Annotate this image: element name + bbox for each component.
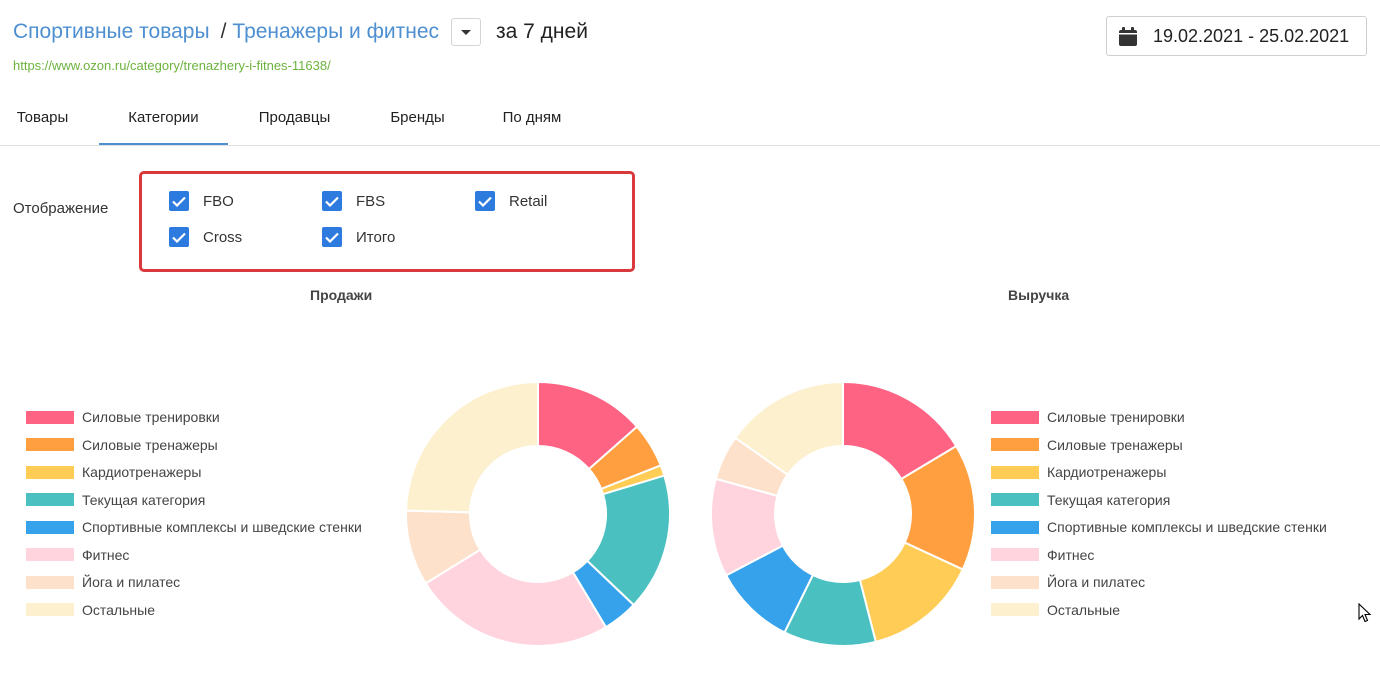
legend-label: Силовые тренажеры [82, 436, 218, 453]
legend-label: Фитнес [82, 546, 130, 563]
legend-swatch [26, 520, 74, 534]
checkbox-retail[interactable]: Retail [475, 191, 547, 211]
legend-item[interactable]: Силовые тренировки [26, 408, 220, 426]
legend-label: Спортивные комплексы и шведские стенки [82, 519, 362, 535]
breadcrumb-separator: / [220, 20, 227, 43]
breadcrumb: Спортивные товары / Тренажеры и фитнес з… [13, 17, 588, 47]
legend-item[interactable]: Спортивные комплексы и шведские стенки [26, 518, 362, 536]
pie-slice[interactable] [405, 381, 539, 514]
checkbox-fbs[interactable]: FBS [322, 191, 385, 211]
chart-title-revenue: Выручка [1008, 287, 1070, 303]
legend-label: Кардиотренажеры [1047, 464, 1167, 480]
tab-categories[interactable]: Категории [99, 98, 228, 145]
legend-swatch [991, 438, 1039, 451]
legend-swatch [26, 438, 74, 451]
legend-swatch [991, 548, 1039, 561]
legend-label: Текущая категория [82, 491, 206, 508]
legend-label: Силовые тренировки [82, 409, 220, 425]
calendar-icon [1119, 26, 1137, 46]
legend-swatch [26, 410, 74, 424]
checkbox-checked-icon [322, 191, 342, 211]
legend-swatch [26, 575, 74, 589]
legend-label: Силовые тренировки [1047, 409, 1185, 425]
breadcrumb-category-link[interactable]: Спортивные товары [13, 20, 210, 44]
legend-label: Силовые тренажеры [1047, 436, 1183, 453]
legend-item[interactable]: Остальные [991, 601, 1120, 619]
legend-item[interactable]: Силовые тренировки [991, 408, 1185, 426]
tab-by-days[interactable]: По дням [486, 98, 578, 145]
legend-item[interactable]: Йога и пилатес [991, 573, 1145, 591]
mouse-pointer-icon [1358, 602, 1372, 628]
legend-label: Кардиотренажеры [82, 464, 202, 480]
legend-swatch [991, 575, 1039, 589]
checkbox-fbo-label: FBO [203, 192, 234, 210]
checkbox-fbo[interactable]: FBO [169, 191, 234, 211]
category-dropdown-button[interactable] [451, 18, 482, 46]
legend-label: Остальные [1047, 601, 1120, 618]
period-label: за 7 дней [496, 20, 588, 43]
legend-item[interactable]: Силовые тренажеры [991, 436, 1183, 454]
category-url[interactable]: https://www.ozon.ru/category/trenazhery-… [13, 58, 331, 73]
legend-swatch [991, 493, 1039, 506]
checkbox-checked-icon [322, 227, 342, 247]
legend-label: Фитнес [1047, 546, 1095, 563]
legend-swatch [991, 603, 1039, 616]
legend-swatch [991, 465, 1039, 479]
tab-sellers[interactable]: Продавцы [242, 98, 347, 145]
legend-swatch [26, 493, 74, 506]
legend-item[interactable]: Кардиотренажеры [991, 463, 1166, 481]
legend-item[interactable]: Йога и пилатес [26, 573, 180, 591]
checkbox-fbs-label: FBS [356, 192, 386, 210]
tab-brands[interactable]: Бренды [375, 98, 460, 145]
legend-label: Спортивные комплексы и шведские стенки [1047, 519, 1327, 535]
legend-swatch [26, 465, 74, 479]
legend-label: Остальные [82, 601, 155, 618]
date-range-picker[interactable]: 19.02.2021 - 25.02.2021 [1106, 16, 1367, 56]
tab-products[interactable]: Товары [0, 98, 85, 145]
legend-item[interactable]: Фитнес [26, 546, 129, 564]
chart-title-sales: Продажи [310, 287, 373, 303]
legend-label: Текущая категория [1047, 491, 1171, 508]
legend-item[interactable]: Кардиотренажеры [26, 463, 201, 481]
legend-swatch [991, 410, 1039, 424]
legend-swatch [991, 520, 1039, 534]
legend-item[interactable]: Текущая категория [991, 491, 1170, 509]
checkbox-checked-icon [169, 191, 189, 211]
checkbox-checked-icon [169, 227, 189, 247]
legend-swatch [26, 603, 74, 616]
caret-down-icon [461, 29, 472, 35]
legend-swatch [26, 548, 74, 561]
checkbox-retail-label: Retail [509, 192, 548, 210]
checkbox-cross[interactable]: Cross [169, 227, 242, 247]
checkbox-total-label: Итого [356, 228, 396, 246]
display-options-panel [139, 171, 635, 272]
revenue-donut-chart [710, 381, 976, 647]
date-range-text: 19.02.2021 - 25.02.2021 [1153, 25, 1350, 46]
legend-item[interactable]: Текущая категория [26, 491, 205, 509]
checkbox-checked-icon [475, 191, 495, 211]
checkbox-cross-label: Cross [203, 228, 243, 246]
legend-item[interactable]: Остальные [26, 601, 155, 619]
display-label: Отображение [13, 200, 109, 217]
legend-item[interactable]: Силовые тренажеры [26, 436, 218, 454]
breadcrumb-subcategory-link[interactable]: Тренажеры и фитнес [232, 20, 439, 44]
tab-bar: Товары Категории Продавцы Бренды По дням [0, 98, 1380, 146]
legend-item[interactable]: Спортивные комплексы и шведские стенки [991, 518, 1327, 536]
checkbox-total[interactable]: Итого [322, 227, 395, 247]
legend-item[interactable]: Фитнес [991, 546, 1094, 564]
legend-label: Йога и пилатес [82, 574, 181, 590]
sales-donut-chart [405, 381, 671, 647]
legend-label: Йога и пилатес [1047, 574, 1146, 590]
